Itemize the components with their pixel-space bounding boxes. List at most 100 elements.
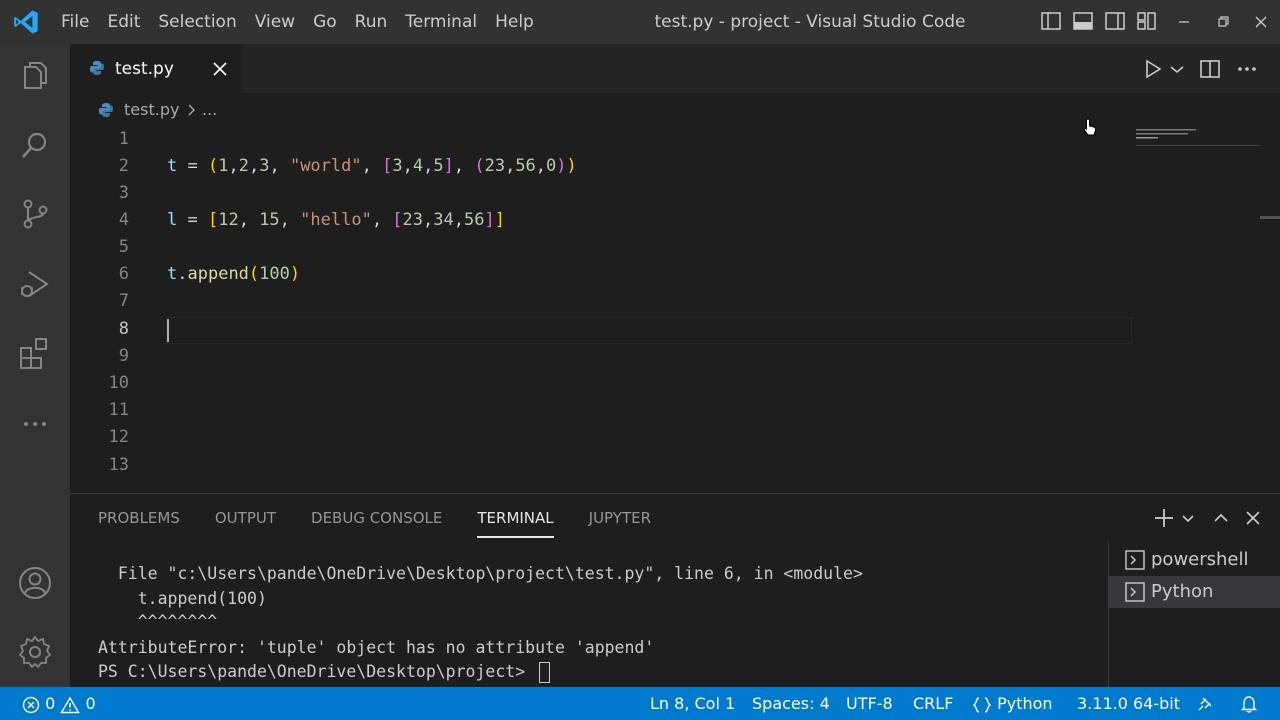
token-punct: , [361,156,383,176]
extensions-icon[interactable] [17,336,53,372]
toggle-secondary-sidebar-icon[interactable] [1104,10,1126,32]
terminal-item-powershell[interactable]: powershell [1109,544,1280,576]
code-line-6: 6 t.append(100) [70,261,1140,288]
maximize-panel-chevron-up-icon[interactable] [1210,507,1232,529]
run-and-debug-icon[interactable] [17,266,53,302]
code-line-10: 10 [70,370,1140,397]
title-bar: File Edit Selection View Go Run Terminal… [0,0,1280,44]
bottom-panel: PROBLEMS OUTPUT DEBUG CONSOLE TERMINAL J… [70,493,1280,688]
indentation[interactable]: Spaces: 4 [752,687,830,720]
token-number: 56 [464,210,485,230]
menu-file[interactable]: File [52,0,98,44]
terminal-line: ^^^^^^^^ [98,612,218,624]
token-number: 15 [259,210,280,230]
close-window-icon[interactable] [1251,12,1271,32]
terminal-dropdown-chevron-icon[interactable] [1177,507,1199,529]
token-number: 1 [218,156,229,176]
search-icon[interactable] [17,128,53,164]
explorer-icon[interactable] [17,58,53,94]
terminal-output[interactable]: File "c:\Users\pande\OneDrive\Desktop\pr… [98,556,1098,686]
terminal-line: t.append(100) [98,589,267,608]
split-editor-icon[interactable] [1198,57,1222,81]
minimap[interactable] [1136,127,1260,151]
tab-debug-console[interactable]: DEBUG CONSOLE [311,494,442,542]
new-terminal-plus-icon[interactable] [1153,507,1175,529]
customize-layout-icon[interactable] [1136,10,1158,32]
menu-go[interactable]: Go [304,0,346,44]
code-line-8: 8 [70,316,1140,343]
menu-edit[interactable]: Edit [98,0,149,44]
close-tab-icon[interactable] [211,60,229,78]
line-number: 1 [118,129,129,149]
code-line-7: 7 [70,288,1140,315]
encoding[interactable]: UTF-8 [846,687,893,720]
token-punct: , [279,210,301,230]
menu-run[interactable]: Run [346,0,397,44]
restore-icon[interactable] [1213,12,1233,32]
token-punct: , [228,156,239,176]
vscode-logo-icon [14,10,38,34]
breadcrumb-file[interactable]: test.py [124,93,179,127]
line-number-active: 8 [118,319,129,339]
toggle-primary-sidebar-icon[interactable] [1040,10,1062,32]
end-of-line[interactable]: CRLF [913,687,953,720]
toggle-panel-icon[interactable] [1072,10,1094,32]
run-dropdown-chevron-icon[interactable] [1165,57,1189,81]
more-icon[interactable] [17,406,53,442]
line-number: 12 [108,427,129,447]
accounts-icon[interactable] [17,565,53,601]
language-mode[interactable]: Python [972,687,1053,720]
token-variable: t [167,156,178,176]
breadcrumb-symbols[interactable]: ... [202,93,217,127]
token-number: 34 [433,210,454,230]
tab-jupyter[interactable]: JUPYTER [589,494,651,542]
menu-selection[interactable]: Selection [149,0,245,44]
token-bracket: ] [494,210,505,230]
token-punct: , [402,156,413,176]
token-bracket: [ [382,156,393,176]
tab-test-py[interactable]: test.py [70,44,242,93]
token-bracket: ) [289,264,301,284]
source-control-icon[interactable] [17,196,53,232]
token-number: 2 [238,156,249,176]
terminal-item-python[interactable]: Python [1109,576,1280,608]
layout-controls [1040,10,1168,34]
code-line-11: 11 [70,397,1140,424]
more-actions-icon[interactable] [1235,57,1259,81]
code-editor[interactable]: 1 2 t = (1,2,3, "world", [3,4,5], (23,56… [70,127,1280,493]
error-icon [22,696,40,713]
terminal-prompt-line: PS C:\Users\pande\OneDrive\Desktop\proje… [98,660,551,684]
run-python-file-icon[interactable] [1141,57,1165,81]
tab-problems[interactable]: PROBLEMS [98,494,180,542]
feedback-icon[interactable] [1196,694,1216,714]
token-punct: , [423,156,434,176]
tab-output[interactable]: OUTPUT [215,494,276,542]
scrollbar-cursor-marker [1260,216,1280,219]
line-number: 5 [118,237,129,257]
token-bracket: [ [207,210,219,230]
python-interpreter[interactable]: 3.11.0 64-bit [1077,687,1180,720]
terminal-tabs-list: powershell Python [1108,542,1280,688]
line-number: 4 [118,210,129,230]
token-function: append [187,264,249,284]
terminal-prompt: PS C:\Users\pande\OneDrive\Desktop\proje… [98,662,536,681]
tab-terminal[interactable]: TERMINAL [477,494,554,542]
token-punct: , [238,210,260,230]
menu-help[interactable]: Help [486,0,543,44]
problems-status[interactable]: 0 0 [22,687,96,720]
notifications-bell-icon[interactable] [1239,694,1259,714]
token-bracket: ) [556,156,567,176]
line-number: 10 [108,373,129,393]
token-bracket: ( [248,264,260,284]
minimize-icon[interactable] [1174,12,1194,32]
manage-gear-icon[interactable] [17,634,53,670]
menu-view[interactable]: View [246,0,304,44]
cursor-position[interactable]: Ln 8, Col 1 [650,687,735,720]
line-number: 9 [118,346,129,366]
line-number: 11 [108,400,129,420]
close-panel-icon[interactable] [1242,507,1264,529]
menu-terminal[interactable]: Terminal [396,0,486,44]
code-text: t.append(100) [167,261,300,288]
line-number: 3 [118,183,129,203]
language-label: Python [997,694,1053,713]
